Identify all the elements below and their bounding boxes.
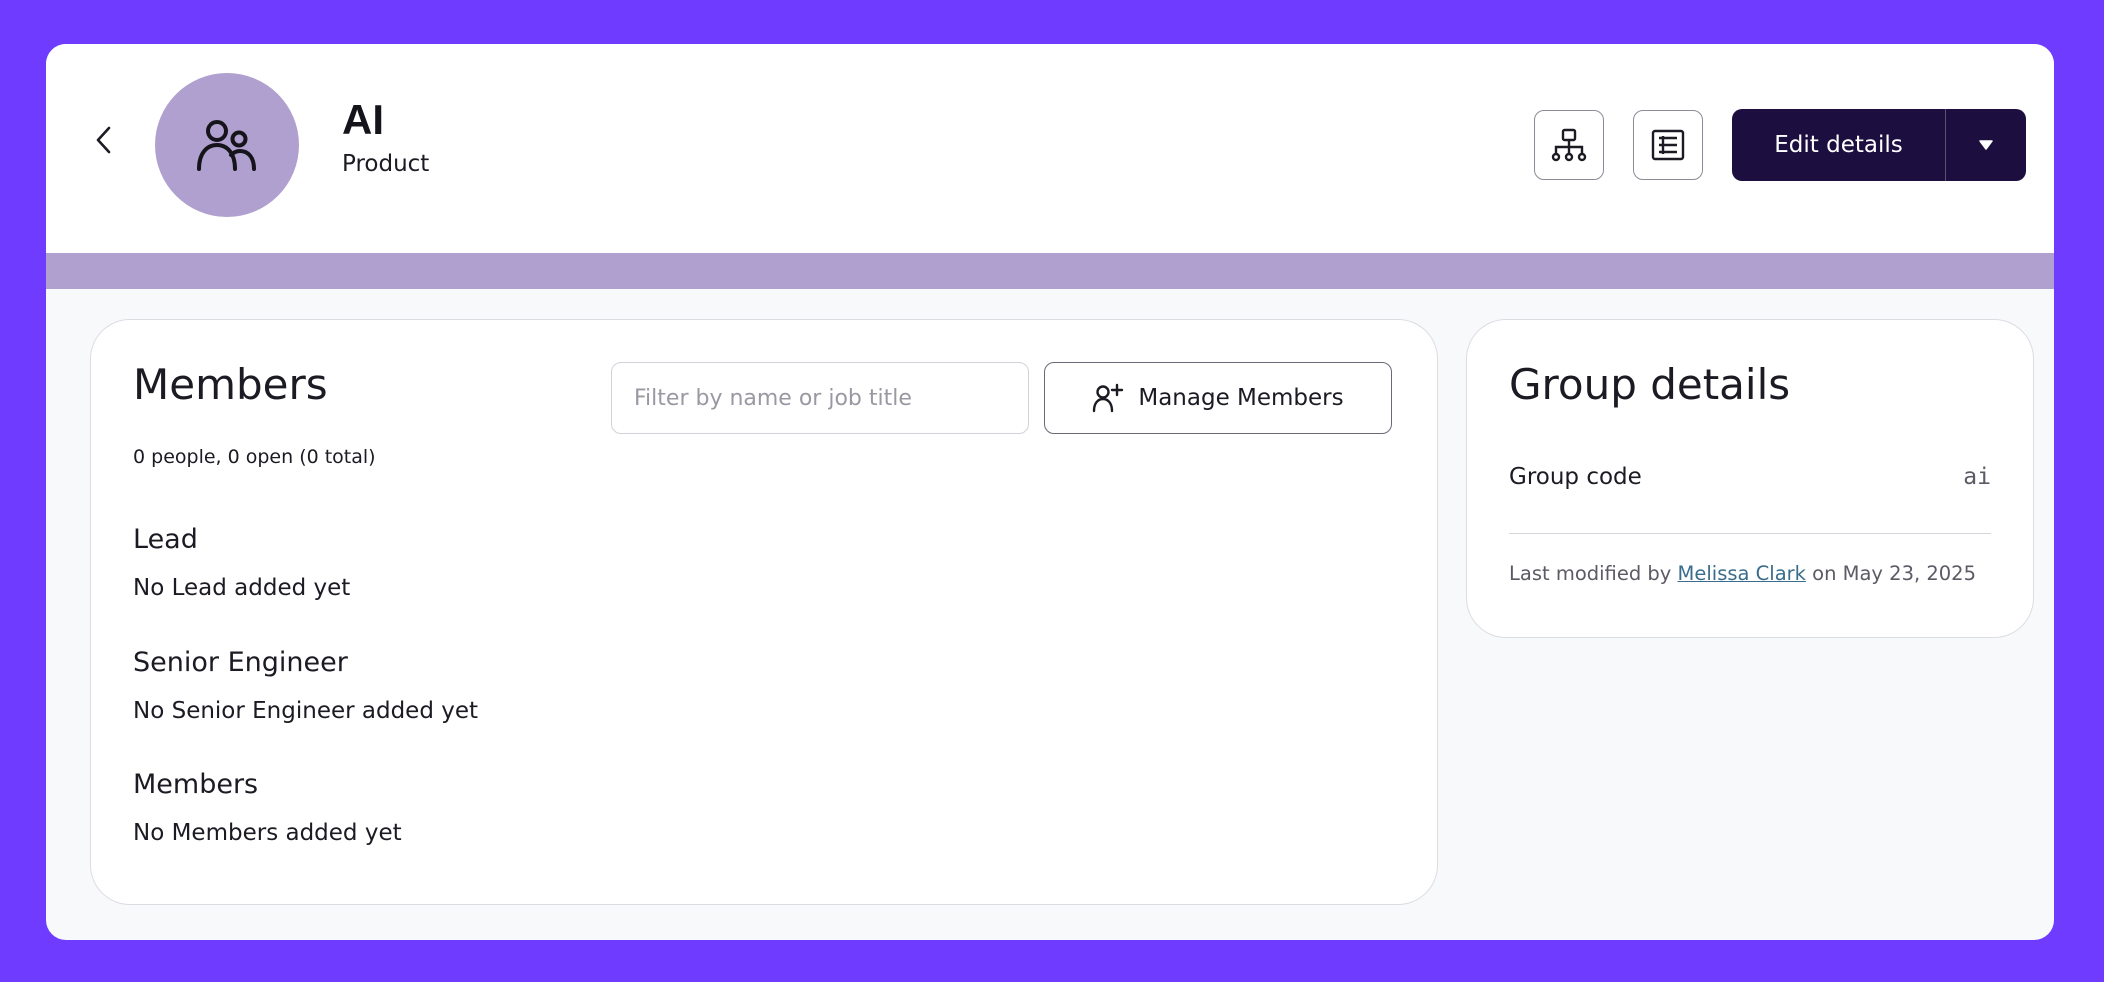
- list-view-button[interactable]: [1633, 110, 1703, 180]
- modified-prefix: Last modified by: [1509, 562, 1672, 585]
- group-code-row: Group code ai: [1509, 454, 1991, 500]
- divider: [1509, 533, 1991, 534]
- edit-details-split-button: Edit details: [1732, 109, 2026, 181]
- last-modified-line: Last modified by Melissa Clark on May 23…: [1509, 562, 1976, 585]
- group-details-card: Group details Group code ai Last modifie…: [1466, 319, 2034, 638]
- manage-members-button[interactable]: Manage Members: [1044, 362, 1392, 434]
- header-accent-bar: [46, 253, 2054, 289]
- role-section-senior-engineer: Senior Engineer No Senior Engineer added…: [133, 645, 478, 727]
- group-code-value: ai: [1963, 464, 1991, 490]
- group-subtitle: Product: [342, 151, 430, 177]
- role-empty-text: No Members added yet: [133, 820, 402, 846]
- manage-members-label: Manage Members: [1138, 385, 1344, 411]
- role-section-members: Members No Members added yet: [133, 767, 402, 849]
- role-section-lead: Lead No Lead added yet: [133, 522, 350, 604]
- role-heading: Lead: [133, 524, 198, 555]
- org-chart-icon: [1551, 128, 1587, 162]
- add-user-icon: [1093, 383, 1124, 413]
- role-heading: Senior Engineer: [133, 647, 348, 678]
- app-window: AI Product Edit details Members 0 people…: [46, 44, 2054, 940]
- group-title-block: AI Product: [342, 96, 429, 180]
- back-button[interactable]: [86, 122, 122, 158]
- org-chart-button[interactable]: [1534, 110, 1604, 180]
- edit-details-button[interactable]: Edit details: [1732, 109, 1946, 181]
- people-icon: [197, 120, 256, 171]
- group-name: AI: [342, 96, 384, 143]
- role-empty-text: No Senior Engineer added yet: [133, 698, 479, 724]
- list-icon: [1651, 129, 1685, 161]
- edit-options-dropdown-button[interactable]: [1946, 109, 2026, 181]
- role-heading: Members: [133, 769, 259, 800]
- group-code-label: Group code: [1509, 464, 1642, 490]
- caret-down-icon: [1979, 140, 1993, 150]
- role-empty-text: No Lead added yet: [133, 575, 351, 601]
- members-card: Members 0 people, 0 open (0 total) Manag…: [90, 319, 1438, 905]
- modified-suffix: on May 23, 2025: [1812, 562, 1976, 585]
- group-details-title: Group details: [1509, 360, 1791, 409]
- group-avatar: [155, 73, 299, 217]
- chevron-left-icon: [96, 126, 111, 154]
- members-title: Members: [133, 360, 328, 409]
- modified-by-link[interactable]: Melissa Clark: [1678, 562, 1806, 585]
- members-count: 0 people, 0 open (0 total): [133, 446, 376, 468]
- members-filter-input[interactable]: [611, 362, 1029, 434]
- group-header: AI Product Edit details: [46, 44, 2054, 253]
